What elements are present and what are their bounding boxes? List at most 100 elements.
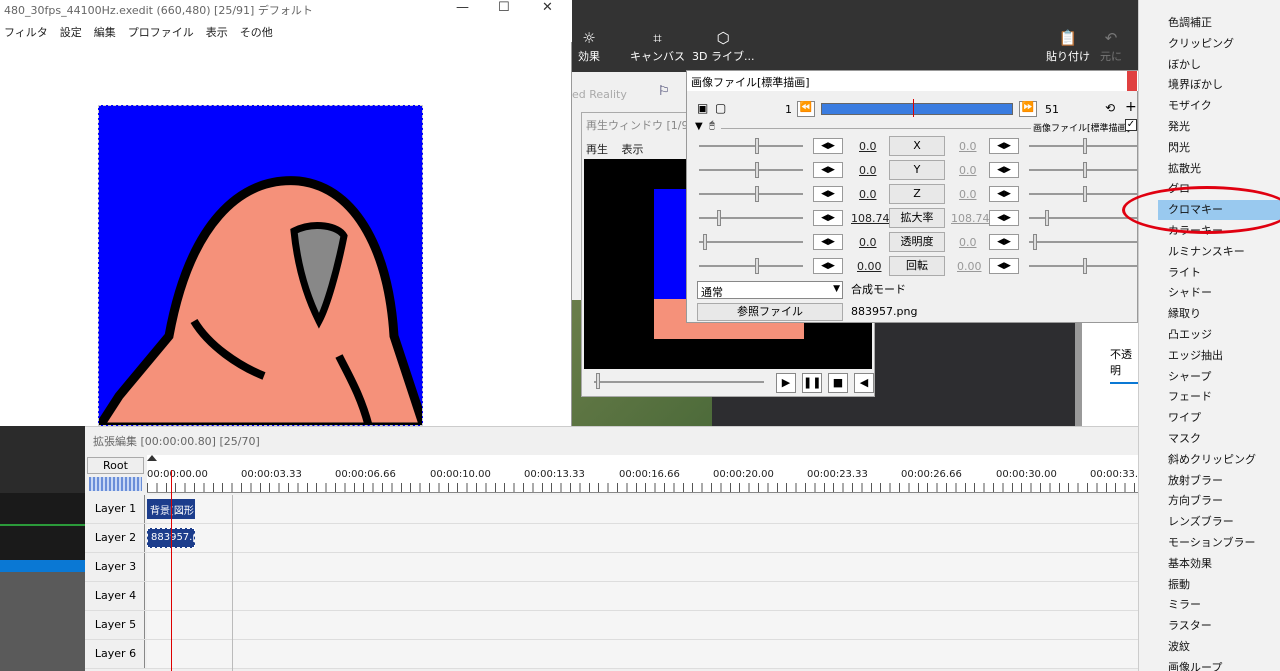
filter-menu-item[interactable]: 方向ブラー xyxy=(1168,492,1223,508)
slider-track[interactable] xyxy=(1029,241,1139,243)
slider-thumb[interactable] xyxy=(1033,234,1037,250)
layer-body[interactable] xyxy=(147,553,1138,581)
filter-menu-item[interactable]: シャープ xyxy=(1168,368,1211,384)
filter-menu-item[interactable]: ミラー xyxy=(1168,596,1201,612)
filter-menu-item[interactable]: 色調補正 xyxy=(1168,14,1212,30)
undo-button[interactable]: ↶ 元に xyxy=(1100,30,1122,64)
filter-menu-item[interactable]: レンズブラー xyxy=(1168,513,1234,529)
filter-menu-item[interactable]: 拡散光 xyxy=(1168,160,1201,176)
menu-view[interactable]: 表示 xyxy=(206,26,228,39)
value-right[interactable]: 0.0 xyxy=(959,164,977,177)
filter-menu-item[interactable]: 凸エッジ xyxy=(1168,326,1212,342)
stepper[interactable]: ◀▶ xyxy=(989,258,1019,274)
play-menu-play[interactable]: 再生 xyxy=(586,143,608,156)
value-right[interactable]: 0.00 xyxy=(957,260,982,273)
root-button[interactable]: Root xyxy=(87,457,144,474)
stepper[interactable]: ◀▶ xyxy=(989,138,1019,154)
filter-menu-item[interactable]: 縁取り xyxy=(1168,305,1201,321)
slider-track[interactable] xyxy=(699,145,803,147)
stepper[interactable]: ◀▶ xyxy=(813,234,843,250)
collapse-icon[interactable]: ▼ xyxy=(695,121,703,132)
menu-profile[interactable]: プロファイル xyxy=(128,26,194,39)
timeline-ruler[interactable]: 00:00:00.00 00:00:03.33 00:00:06.66 00:0… xyxy=(147,455,1138,493)
menu-other[interactable]: その他 xyxy=(240,26,273,39)
layer-label[interactable]: Layer 2 xyxy=(87,524,145,552)
layer-label[interactable]: Layer 3 xyxy=(87,553,145,581)
layer-body[interactable] xyxy=(147,640,1138,668)
reference-file-button[interactable]: 参照ファイル xyxy=(697,303,843,321)
preview-canvas[interactable] xyxy=(98,105,423,426)
stepper[interactable]: ◀▶ xyxy=(989,162,1019,178)
menu-settings[interactable]: 設定 xyxy=(60,26,82,39)
filter-menu-item[interactable]: 振動 xyxy=(1168,576,1190,592)
filter-menu-item[interactable]: 波紋 xyxy=(1168,638,1190,654)
layer-body[interactable] xyxy=(147,611,1138,639)
filter-menu-item[interactable]: モーションブラー xyxy=(1168,534,1255,550)
slider-thumb[interactable] xyxy=(1045,210,1049,226)
value-left[interactable]: 0.00 xyxy=(857,260,882,273)
layer-label[interactable]: Layer 4 xyxy=(87,582,145,610)
zoom-bar[interactable] xyxy=(89,477,142,491)
opacity-button[interactable]: 透明度 xyxy=(889,232,945,252)
stepper[interactable]: ◀▶ xyxy=(989,210,1019,226)
filter-menu-item[interactable]: ルミナンスキー xyxy=(1168,243,1245,259)
filter-menu-item[interactable]: ラスター xyxy=(1168,617,1212,633)
value-left[interactable]: 0.0 xyxy=(859,140,877,153)
blend-mode-select[interactable]: 通常 ▼ xyxy=(697,281,843,299)
filter-menu-item[interactable]: ライト xyxy=(1168,264,1201,280)
filter-menu-item[interactable]: 閃光 xyxy=(1168,139,1190,155)
value-right[interactable]: 0.0 xyxy=(959,140,977,153)
scale-button[interactable]: 拡大率 xyxy=(889,208,945,228)
layer-body[interactable] xyxy=(147,582,1138,610)
filter-menu-item[interactable]: マスク xyxy=(1168,430,1201,446)
slider-thumb[interactable] xyxy=(1083,162,1087,178)
close-icon[interactable] xyxy=(1127,71,1137,91)
value-right[interactable]: 0.0 xyxy=(959,236,977,249)
slider-thumb[interactable] xyxy=(755,138,759,154)
filter-menu-item[interactable]: 斜めクリッピング xyxy=(1168,451,1256,467)
filter-menu-item[interactable]: 放射ブラー xyxy=(1168,472,1223,488)
filter-menu-item[interactable]: 基本効果 xyxy=(1168,555,1212,571)
stepper[interactable]: ◀▶ xyxy=(989,186,1019,202)
effects-button[interactable]: ☼ 効果 xyxy=(578,30,600,64)
filter-menu-item[interactable]: 発光 xyxy=(1168,118,1190,134)
slider-thumb[interactable] xyxy=(1083,258,1087,274)
layer-body[interactable] xyxy=(147,524,1138,552)
refresh-icon[interactable]: ⟲ xyxy=(1105,101,1115,115)
enable-checkbox[interactable]: ✓ xyxy=(1125,119,1137,131)
slider-track[interactable] xyxy=(699,265,803,267)
value-left[interactable]: 0.0 xyxy=(859,164,877,177)
stepper[interactable]: ◀▶ xyxy=(813,162,843,178)
value-left[interactable]: 0.0 xyxy=(859,188,877,201)
add-icon[interactable]: + xyxy=(1125,99,1137,115)
filter-menu-item[interactable]: ぼかし xyxy=(1168,56,1201,72)
filter-menu-item[interactable]: モザイク xyxy=(1168,97,1212,113)
filter-menu-item[interactable]: フェード xyxy=(1168,388,1212,404)
filter-menu-item[interactable]: ワイプ xyxy=(1168,409,1201,425)
canvas-button[interactable]: ⌗ キャンバス xyxy=(630,30,685,64)
menu-filter[interactable]: フィルタ xyxy=(4,26,48,39)
timeline-cursor[interactable] xyxy=(171,470,172,671)
value-left[interactable]: 108.74 xyxy=(851,212,890,225)
slider-thumb[interactable] xyxy=(703,234,707,250)
3d-library-button[interactable]: ⬡ 3D ライブ... xyxy=(692,30,754,64)
paste-button[interactable]: 📋 貼り付け xyxy=(1046,30,1090,64)
play-seek-thumb[interactable] xyxy=(596,373,600,389)
value-left[interactable]: 0.0 xyxy=(859,236,877,249)
layer-icon[interactable]: ▣ xyxy=(697,101,708,115)
play-menu-view[interactable]: 表示 xyxy=(622,143,644,156)
volume-icon[interactable]: ◀ xyxy=(854,373,874,393)
stepper[interactable]: ◀▶ xyxy=(813,138,843,154)
close-icon[interactable]: ✕ xyxy=(542,0,553,15)
layer-body[interactable] xyxy=(147,495,1138,523)
slider-track[interactable] xyxy=(699,193,803,195)
playhead-marker[interactable] xyxy=(147,455,157,461)
filter-menu-item[interactable]: クリッピング xyxy=(1168,35,1234,51)
filter-menu-item[interactable]: シャドー xyxy=(1168,284,1212,300)
slider-thumb[interactable] xyxy=(717,210,721,226)
y-button[interactable]: Y xyxy=(889,160,945,180)
slider-thumb[interactable] xyxy=(755,186,759,202)
z-button[interactable]: Z xyxy=(889,184,945,204)
filter-menu-item[interactable]: エッジ抽出 xyxy=(1168,347,1223,363)
menu-edit[interactable]: 編集 xyxy=(94,26,116,39)
